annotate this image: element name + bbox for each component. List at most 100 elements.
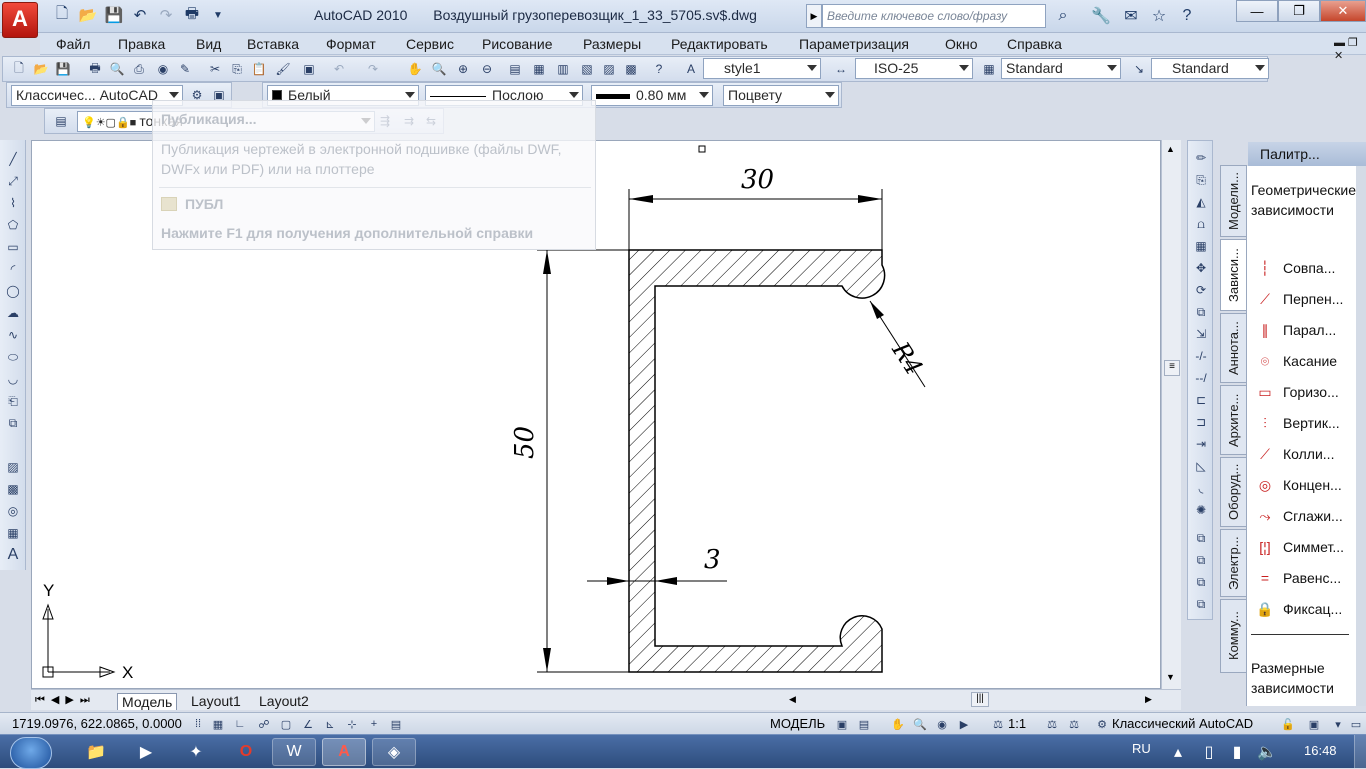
menu-format[interactable]: Формат — [326, 36, 376, 52]
network-icon[interactable]: ▮ — [1226, 738, 1248, 766]
qp-icon[interactable]: ▤ — [388, 716, 404, 732]
region-icon[interactable]: ◎ — [4, 502, 22, 520]
design-center-icon[interactable]: ▦ — [529, 59, 549, 79]
snap-icon[interactable]: ⁞⁞ — [190, 716, 206, 732]
extend-icon[interactable]: --/ — [1192, 369, 1210, 387]
word-taskbar-icon[interactable]: W — [272, 738, 316, 766]
menu-draw[interactable]: Рисование — [482, 36, 553, 52]
multileader-style-icon[interactable]: ↘ — [1129, 59, 1149, 79]
auto-scale-icon[interactable]: ⚖ — [1066, 716, 1082, 732]
text-style-icon[interactable]: A — [681, 59, 701, 79]
undo-icon[interactable]: ↶ — [128, 4, 152, 26]
palette-tab-architecture[interactable]: Архите... — [1220, 385, 1247, 455]
autocad-taskbar-icon[interactable]: A — [322, 738, 366, 766]
ortho-icon[interactable]: ∟ — [232, 716, 248, 732]
tool-palettes-icon[interactable]: ▥ — [553, 59, 573, 79]
palette-tab-modeling[interactable]: Модели... — [1220, 165, 1247, 237]
construction-line-icon[interactable]: ⤢ — [4, 172, 22, 190]
table-icon[interactable]: ▦ — [4, 524, 22, 542]
trim-icon[interactable]: -/- — [1192, 347, 1210, 365]
hscroll-thumb[interactable]: ||| — [971, 692, 989, 707]
tab-model[interactable]: Модель — [117, 693, 178, 710]
redo-icon[interactable]: ↷ — [154, 4, 178, 26]
showmotion-icon[interactable]: ▶ — [956, 716, 972, 732]
clock[interactable]: 16:48 — [1304, 743, 1337, 758]
explorer-taskbar-icon[interactable]: 📁 — [74, 738, 118, 766]
copy-icon[interactable]: ⎘ — [227, 59, 247, 79]
show-desktop-button[interactable] — [1354, 735, 1366, 768]
menu-dimension[interactable]: Размеры — [583, 36, 641, 52]
array-icon[interactable]: ▦ — [1192, 237, 1210, 255]
model-icon[interactable]: ▣ — [834, 716, 850, 732]
scroll-down-icon[interactable]: ▼ — [1166, 672, 1175, 682]
palette-tab-civil[interactable]: Комму... — [1220, 599, 1247, 673]
constraint-coincident[interactable]: ┆ Совпа... — [1253, 256, 1359, 280]
calculator-icon[interactable]: ▩ — [621, 59, 641, 79]
search-expand-icon[interactable]: ▶ — [806, 4, 822, 28]
workspace-status-value[interactable]: Классический AutoCAD — [1112, 716, 1253, 731]
search-input[interactable]: Введите ключевое слово/фразу — [822, 4, 1046, 28]
break-icon[interactable]: ⊐ — [1192, 413, 1210, 431]
polygon-icon[interactable]: ⬠ — [4, 216, 22, 234]
etransmit-icon[interactable]: ✎ — [175, 59, 195, 79]
tray-arrow-icon[interactable]: ▴ — [1168, 738, 1188, 766]
vscroll-thumb[interactable]: ≡ — [1164, 360, 1180, 376]
hatch-icon[interactable]: ▨ — [4, 458, 22, 476]
hardware-acceleration-icon[interactable]: ▣ — [1306, 716, 1322, 732]
3dwf-icon[interactable]: ◉ — [153, 59, 173, 79]
draworder-under-icon[interactable]: ⧉ — [1192, 595, 1210, 613]
open-file-icon[interactable]: 📂 — [76, 4, 100, 26]
draworder-above-icon[interactable]: ⧉ — [1192, 573, 1210, 591]
hscroll-left-icon[interactable]: ◀ — [789, 694, 796, 705]
make-block-icon[interactable]: ⧉ — [4, 414, 22, 432]
paste-icon[interactable]: 📋 — [249, 59, 269, 79]
app-menu-button[interactable]: A — [2, 2, 38, 38]
revision-cloud-icon[interactable]: ☁ — [4, 304, 22, 322]
constraint-collinear[interactable]: ⟋ Колли... — [1253, 442, 1359, 466]
rectangle-icon[interactable]: ▭ — [4, 238, 22, 256]
pan-icon[interactable]: ✋ — [405, 59, 425, 79]
draworder-back-icon[interactable]: ⧉ — [1192, 551, 1210, 569]
annotation-visibility-icon[interactable]: ⚖ — [1044, 716, 1060, 732]
menu-view[interactable]: Вид — [196, 36, 221, 52]
erase-icon[interactable]: ✏ — [1192, 149, 1210, 167]
close-button[interactable]: ✕ — [1320, 0, 1366, 22]
palette-tab-electrical[interactable]: Электр... — [1220, 529, 1247, 597]
annotation-scale-icon[interactable]: ⚖ — [990, 716, 1006, 732]
ellipse-arc-icon[interactable]: ◡ — [4, 370, 22, 388]
mirror-icon[interactable]: ◭ — [1192, 193, 1210, 211]
qat-dropdown-icon[interactable]: ▼ — [206, 4, 230, 26]
menu-window[interactable]: Окно — [945, 36, 978, 52]
menu-insert[interactable]: Вставка — [247, 36, 299, 52]
plot-icon[interactable]: 🖶 — [85, 59, 105, 79]
dim-style-icon[interactable]: ↔ — [831, 59, 851, 79]
menu-edit[interactable]: Правка — [118, 36, 165, 52]
ellipse-icon[interactable]: ⬭ — [4, 348, 22, 366]
communication-icon[interactable]: ✉ — [1118, 4, 1144, 28]
palette-tab-mechanical[interactable]: Оборуд... — [1220, 457, 1247, 527]
dyn-icon[interactable]: ⊹ — [344, 716, 360, 732]
chamfer-icon[interactable]: ◺ — [1192, 457, 1210, 475]
zoom-status-icon[interactable]: 🔍 — [912, 716, 928, 732]
move-icon[interactable]: ✥ — [1192, 259, 1210, 277]
stretch-icon[interactable]: ⇲ — [1192, 325, 1210, 343]
vertical-scrollbar[interactable]: ▲ ≡ ▼ — [1161, 140, 1181, 689]
binoculars-icon[interactable]: ⌕ — [1050, 4, 1076, 28]
help-icon[interactable]: ? — [649, 59, 669, 79]
explode-icon[interactable]: ✺ — [1192, 501, 1210, 519]
fillet-icon[interactable]: ◟ — [1192, 479, 1210, 497]
new-file-icon[interactable]: 🗋 — [50, 4, 74, 26]
menu-modify[interactable]: Редактировать — [671, 36, 768, 52]
battery-icon[interactable]: ▯ — [1198, 738, 1220, 766]
zoom-previous-icon[interactable]: ⊖ — [477, 59, 497, 79]
app-taskbar-icon[interactable]: ✦ — [174, 738, 218, 766]
match-properties-icon[interactable]: 🖌 — [273, 59, 293, 79]
table-style-select[interactable]: Standard — [1001, 58, 1121, 79]
menu-tools[interactable]: Сервис — [406, 36, 454, 52]
dim-style-select[interactable]: ISO-25 — [855, 58, 973, 79]
menu-help[interactable]: Справка — [1007, 36, 1062, 52]
otrack-icon[interactable]: ∠ — [300, 716, 316, 732]
constraint-tangent[interactable]: ⌾ Касание — [1253, 349, 1359, 373]
steering-wheel-icon[interactable]: ◉ — [934, 716, 950, 732]
multiline-text-icon[interactable]: A — [4, 546, 22, 564]
